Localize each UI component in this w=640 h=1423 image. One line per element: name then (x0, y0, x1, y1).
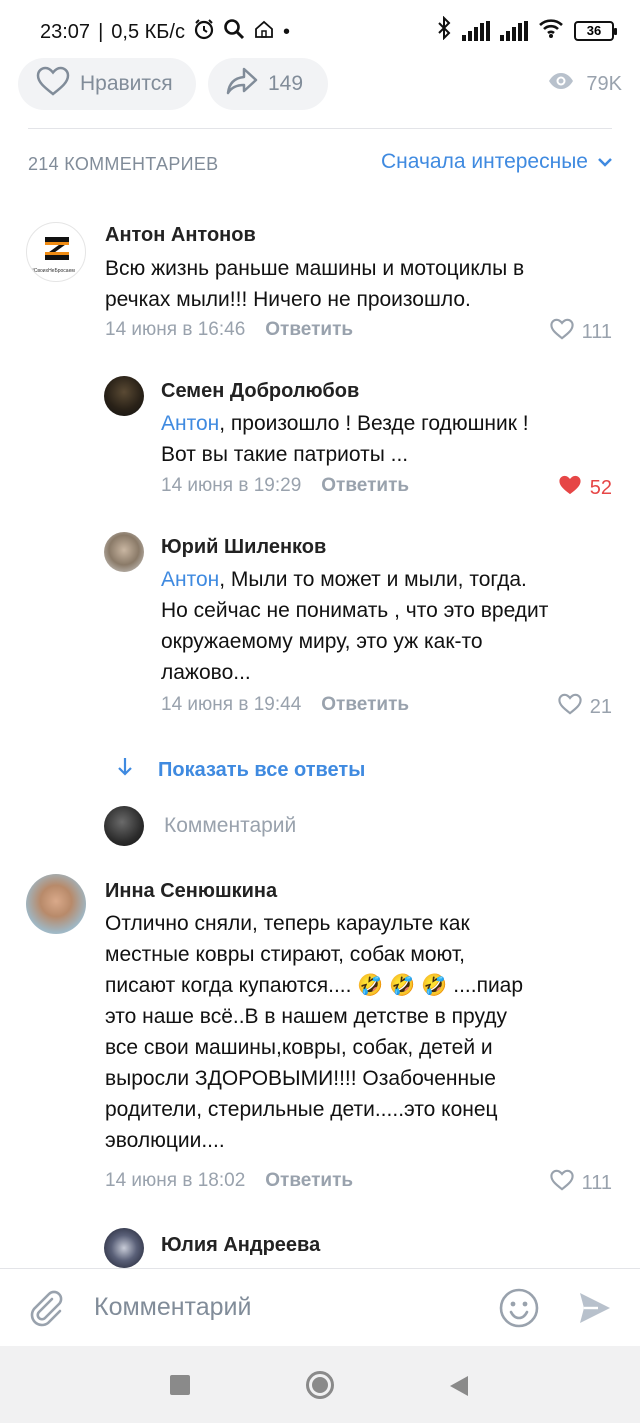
show-all-label: Показать все ответы (158, 758, 366, 781)
comment-input[interactable]: Комментарий (94, 1293, 251, 1322)
search-icon (223, 18, 245, 46)
show-all-replies-button[interactable]: Показать все ответы (116, 756, 365, 784)
comments-header: 214 КОММЕНТАРИЕВ Сначала интересные (28, 150, 614, 180)
views-count: 79K (586, 72, 622, 95)
mention-link[interactable]: Антон (161, 412, 219, 435)
comment-author[interactable]: Инна Сенюшкина (105, 880, 277, 903)
heart-filled-icon (558, 474, 582, 502)
comment-like-button[interactable]: 111 (549, 1169, 612, 1197)
status-bar-left: 23:07 | 0,5 КБ/с • (40, 18, 290, 46)
comment: #СвоихНеБросаем Антон Антонов Всю жизнь … (0, 218, 640, 348)
heart-icon (36, 66, 70, 102)
comment: Инна Сенюшкина Отлично сняли, теперь кар… (0, 872, 640, 1202)
sort-dropdown[interactable]: Сначала интересные (381, 150, 614, 174)
comment-author[interactable]: Юлия Андреева (161, 1234, 320, 1257)
heart-icon (549, 318, 574, 346)
status-time: 23:07 (40, 20, 91, 43)
comment-text: Всю жизнь раньше машины и мотоциклы в ре… (105, 257, 525, 311)
avatar[interactable] (104, 1228, 144, 1268)
comment-author[interactable]: Юрий Шиленков (161, 536, 326, 559)
comment-meta: 14 июня в 18:02 Ответить (105, 1170, 353, 1192)
reply-button[interactable]: Ответить (265, 319, 353, 341)
alarm-icon (193, 18, 215, 46)
avatar[interactable] (26, 874, 86, 934)
status-speed: 0,5 КБ/с (111, 20, 185, 43)
signal-icon (462, 20, 490, 41)
home-button[interactable] (305, 1370, 335, 1405)
heart-icon (549, 1169, 574, 1197)
share-icon (226, 67, 258, 101)
like-count: 111 (581, 320, 612, 343)
heart-icon (558, 693, 582, 721)
post-actions: Нравится 149 79K (0, 56, 640, 128)
comment-text: Антон, произошло ! Везде годюшник ! Вот … (161, 412, 529, 466)
recents-button[interactable] (170, 1375, 190, 1395)
send-icon[interactable] (576, 1289, 614, 1332)
comment-meta: 14 июня в 16:46 Ответить (105, 319, 353, 341)
like-count: 52 (589, 476, 612, 499)
like-count: 111 (581, 1171, 612, 1194)
share-count: 149 (268, 72, 304, 95)
comment-composer: Комментарий (0, 1268, 640, 1346)
comment-author[interactable]: Антон Антонов (105, 224, 256, 247)
home-icon (253, 18, 275, 46)
chevron-down-icon (596, 150, 614, 174)
wifi-icon (538, 17, 564, 44)
comment-meta: 14 июня в 19:29 Ответить (161, 475, 409, 497)
comment-meta: 14 июня в 19:44 Ответить (161, 694, 409, 716)
comment-like-button[interactable]: 52 (558, 474, 612, 502)
comment-like-button[interactable]: 111 (549, 318, 612, 346)
comment-like-button[interactable]: 21 (558, 693, 612, 721)
reply-button[interactable]: Ответить (321, 475, 409, 497)
reply: Юлия Андреева (0, 1226, 640, 1268)
reply: Семен Добролюбов Антон, произошло ! Везд… (0, 374, 640, 504)
share-button[interactable]: 149 (208, 58, 328, 110)
views-counter: 79K (548, 72, 622, 96)
comment-text: Антон, Мыли то может и мыли, тогда. Но с… (161, 568, 549, 684)
comment-author[interactable]: Семен Добролюбов (161, 380, 359, 403)
divider (28, 128, 612, 129)
mention-link[interactable]: Антон (161, 568, 219, 591)
arrow-down-icon (116, 756, 134, 784)
reply-placeholder: Комментарий (164, 814, 297, 837)
dot-icon: • (282, 20, 290, 43)
reply-button[interactable]: Ответить (321, 694, 409, 716)
status-bar-right: 36 (436, 15, 617, 45)
paperclip-icon[interactable] (28, 1289, 64, 1332)
emoji-icon[interactable] (498, 1287, 540, 1334)
reply-input[interactable]: Комментарий (104, 806, 296, 846)
like-count: 21 (589, 695, 612, 718)
back-button[interactable] (448, 1374, 470, 1403)
battery-icon: 36 (574, 20, 617, 41)
comment-date: 14 июня в 18:02 (105, 1170, 246, 1191)
navigation-bar (0, 1346, 640, 1423)
comment-date: 14 июня в 16:46 (105, 319, 246, 340)
avatar[interactable] (104, 532, 144, 572)
sort-label: Сначала интересные (381, 150, 588, 173)
like-label: Нравится (80, 72, 173, 95)
signal-icon-2 (500, 20, 528, 41)
avatar[interactable] (104, 376, 144, 416)
comments-count: 214 КОММЕНТАРИЕВ (28, 154, 219, 174)
comment-date: 14 июня в 19:44 (161, 694, 302, 715)
avatar[interactable]: #СвоихНеБросаем (26, 222, 86, 282)
status-bar: 23:07 | 0,5 КБ/с • 36 (0, 0, 640, 56)
avatar-caption: #СвоихНеБросаем (31, 268, 75, 274)
like-button[interactable]: Нравится (18, 58, 196, 110)
eye-icon (548, 72, 574, 96)
comment-text: Отлично сняли, теперь караульте как мест… (105, 912, 524, 1152)
my-avatar (104, 806, 144, 846)
bluetooth-icon (436, 15, 452, 45)
reply-button[interactable]: Ответить (265, 1170, 353, 1192)
comment-date: 14 июня в 19:29 (161, 475, 302, 496)
reply: Юрий Шиленков Антон, Мыли то может и мыл… (0, 530, 640, 730)
